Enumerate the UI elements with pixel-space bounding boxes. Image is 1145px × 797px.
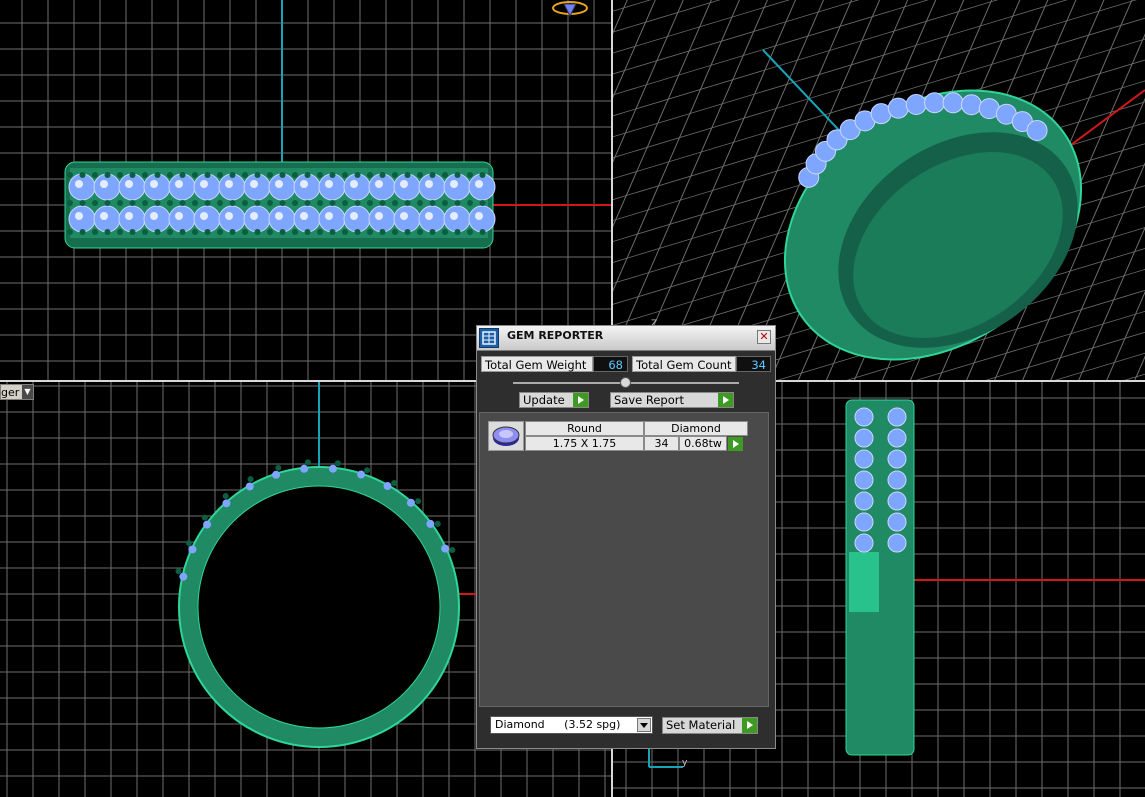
total-gem-weight-label: Total Gem Weight [481, 356, 593, 372]
gem-material-cell: Diamond [644, 421, 748, 436]
play-arrow-icon [573, 393, 588, 407]
gem-reporter-panel: GEM REPORTER ✕ Total Gem Weight 68 Total… [476, 325, 776, 749]
viewport-front[interactable] [0, 0, 611, 380]
set-material-button-label: Set Material [666, 718, 736, 732]
update-button[interactable]: Update [519, 392, 589, 408]
panel-titlebar[interactable]: GEM REPORTER ✕ [477, 326, 775, 351]
layer-dropdown-fragment[interactable]: ger ▼ [0, 384, 34, 400]
front-view-canvas[interactable] [0, 0, 611, 380]
gem-shape-cell: Round [525, 421, 644, 436]
material-select-density: (3.52 spg) [564, 718, 621, 731]
panel-title: GEM REPORTER [507, 329, 604, 342]
perspective-view-canvas[interactable] [613, 0, 1145, 380]
chevron-down-icon [637, 718, 651, 732]
play-arrow-icon [718, 393, 733, 407]
play-arrow-icon [742, 718, 757, 733]
gem-weight-cell: 0.68tw [679, 436, 727, 451]
close-icon[interactable]: ✕ [757, 330, 771, 344]
axis-label-y: y [682, 758, 688, 768]
material-select[interactable]: Diamond (3.52 spg) [490, 716, 653, 734]
navigation-cube-icon[interactable] [550, 0, 590, 22]
gem-reporter-icon [479, 328, 499, 348]
chevron-down-icon: ▼ [22, 385, 33, 399]
panel-splitter-handle[interactable] [620, 377, 631, 388]
gem-count-cell: 34 [644, 436, 679, 451]
layer-dropdown-text: ger [1, 386, 20, 399]
save-report-button-label: Save Report [614, 393, 685, 407]
total-gem-count-label: Total Gem Count [632, 356, 736, 372]
save-report-button[interactable]: Save Report [610, 392, 734, 408]
gem-size-cell: 1.75 X 1.75 [525, 436, 644, 451]
gem-row-select-arrow-icon[interactable] [728, 437, 743, 451]
total-gem-count-value: 34 [736, 356, 771, 372]
round-gem-icon [488, 421, 524, 451]
update-button-label: Update [523, 393, 565, 407]
material-select-value: Diamond [495, 718, 545, 731]
gem-list: Round 1.75 X 1.75 Diamond 34 0.68tw [479, 412, 769, 707]
total-gem-weight-value: 68 [593, 356, 628, 372]
viewport-perspective[interactable] [613, 0, 1145, 380]
set-material-button[interactable]: Set Material [662, 717, 758, 734]
